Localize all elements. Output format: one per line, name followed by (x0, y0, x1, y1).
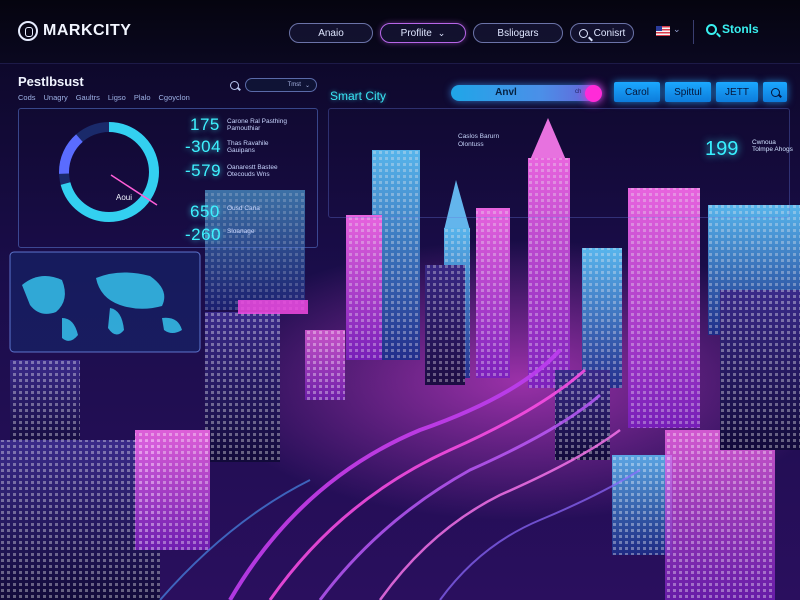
nav-dropdown-proflite[interactable]: Proflite ⌄ (380, 23, 466, 43)
search-button-label: Stonls (722, 22, 759, 36)
panel-select[interactable]: Tmst ⌄ (245, 78, 317, 92)
tab-plalo[interactable]: Plalo (134, 93, 151, 102)
stat-desc: Cwnoua Tolmpe Ahogs (752, 139, 793, 153)
donut-gauge (59, 122, 159, 222)
stat-desc: Thas Ravahile Gauipans (227, 140, 269, 154)
stat-value: -304 (185, 137, 222, 156)
panel-title: Pestlbsust (18, 74, 84, 89)
city-view-panel (328, 108, 790, 218)
top-bar: MARKCITY Anaio Proflite ⌄ Bsliogars Coni… (0, 0, 800, 64)
stat-value: -260 (185, 225, 222, 244)
tab-cgoyclon[interactable]: Cgoyclon (159, 93, 190, 102)
nav-item-label: Conisrt (593, 27, 626, 39)
slider-label: Anvl (495, 87, 517, 98)
chevron-down-icon[interactable]: ⌄ (673, 24, 681, 35)
us-flag-icon[interactable] (656, 26, 670, 36)
chevron-down-icon: ⌄ (437, 27, 446, 38)
slider-tag: ch (575, 89, 582, 95)
jett-button[interactable]: JETT (716, 82, 758, 102)
info-note: Caslos Barurn Olontuss (458, 133, 500, 148)
logo-text: MARKCITY (43, 22, 132, 39)
nav-item-anaio[interactable]: Anaio (289, 23, 373, 43)
stat-desc: Oanarestt Bastee Otecouds Wns (227, 164, 278, 178)
spittul-button[interactable]: Spittul (665, 82, 711, 102)
stat-value: 199 (705, 138, 739, 160)
stat-value: 175 (190, 115, 220, 134)
panel-select-value: Tmst (287, 82, 301, 88)
carol-button[interactable]: Carol (614, 82, 660, 102)
search-icon[interactable] (230, 80, 239, 90)
chevron-down-icon: ⌄ (304, 82, 310, 89)
app-logo[interactable]: MARKCITY (18, 21, 131, 41)
nav-item-label: Anaio (318, 27, 344, 39)
search-button[interactable] (763, 82, 787, 102)
panel-search: Tmst ⌄ (230, 78, 317, 92)
button-label: Spittul (674, 86, 702, 98)
stat-desc: Carone Ral Pasthing Pamouthiar (227, 118, 287, 132)
nav-item-label: Bsliogars (497, 27, 539, 39)
range-slider[interactable]: Anvl ch (451, 85, 601, 101)
tab-ligso[interactable]: Ligso (108, 93, 126, 102)
tab-unagry[interactable]: Unagry (44, 93, 68, 102)
stat-value: 650 (190, 202, 220, 221)
gauge-label: Aoui (116, 193, 133, 202)
search-icon (770, 87, 780, 97)
search-icon (578, 28, 588, 38)
button-label: JETT (725, 86, 749, 98)
stat-value: -579 (185, 161, 222, 180)
button-label: Carol (625, 86, 649, 98)
stat-desc: Sloanage (227, 228, 255, 235)
tab-cods[interactable]: Cods (18, 93, 36, 102)
divider (693, 20, 694, 44)
section-title: Smart City (330, 89, 387, 103)
nav-item-conisrt[interactable]: Conisrt (570, 23, 634, 43)
stat-desc: Ousd Cana (227, 205, 260, 212)
search-icon (706, 23, 717, 35)
search-button[interactable]: Stonls (706, 22, 759, 36)
panel-tabs: Cods Unagry Gaultrs Ligso Plalo Cgoyclon (18, 93, 190, 102)
slider-handle[interactable] (585, 85, 602, 102)
camera-icon (18, 21, 38, 41)
tab-gaultrs[interactable]: Gaultrs (76, 93, 100, 102)
stats-panel: Aoui 175 Carone Ral Pasthing Pamouthiar … (18, 108, 318, 248)
nav-item-label: Proflite (400, 27, 432, 39)
nav-item-bsliogars[interactable]: Bsliogars (473, 23, 563, 43)
